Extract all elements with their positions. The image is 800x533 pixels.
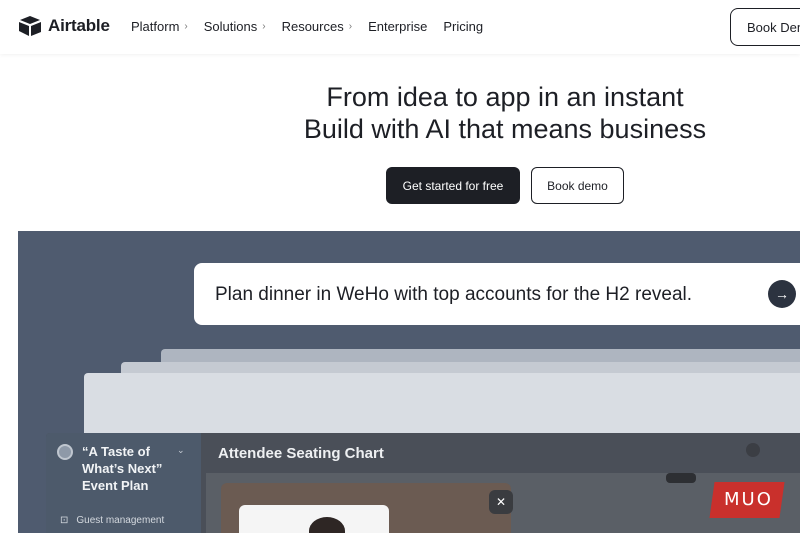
chevron-right-icon: › [262, 21, 266, 32]
chevron-right-icon: › [184, 21, 188, 32]
chevron-right-icon: › [348, 21, 353, 32]
ai-prompt-box[interactable]: Plan dinner in WeHo with top accounts fo… [194, 263, 800, 325]
sidebar-item-guest-management[interactable]: ⊡ Guest management [60, 515, 164, 526]
logo-text: Airtable [48, 16, 110, 35]
close-button[interactable]: ✕ [489, 490, 513, 514]
nav-resources[interactable]: Resources › [282, 19, 352, 34]
book-demo-nav-button[interactable]: Book Demo [730, 8, 800, 46]
ai-prompt-text: Plan dinner in WeHo with top accounts fo… [215, 284, 693, 305]
nav-enterprise[interactable]: Enterprise [368, 19, 427, 34]
nav-enterprise-label: Enterprise [368, 19, 428, 34]
arrow-right-icon: → [775, 286, 789, 302]
nav-pricing-label: Pricing [443, 19, 484, 34]
airtable-logo-icon [19, 16, 41, 36]
app-page-title: Attendee Seating Chart [218, 445, 384, 462]
table-shape [666, 473, 696, 483]
nav-solutions[interactable]: Solutions › [204, 19, 266, 34]
chevron-down-icon[interactable]: ⌄ [177, 445, 185, 456]
app-sidebar-title: “A Taste of What’s Next” Event Plan [82, 444, 163, 493]
watermark-text: MUO [724, 489, 773, 510]
close-icon: ✕ [495, 495, 507, 509]
product-demo-panel: Plan dinner in WeHo with top accounts fo… [18, 231, 800, 533]
nav-resources-label: Resources [281, 19, 344, 34]
top-nav: Airtable Platform › Solutions › Resource… [0, 0, 800, 54]
airtable-logo[interactable]: Airtable [18, 15, 110, 37]
hero-headline-line1: From idea to app in an instant [326, 82, 684, 112]
muo-watermark: MUO [709, 482, 792, 518]
nav-solutions-label: Solutions [203, 19, 258, 34]
get-started-button[interactable]: Get started for free [386, 167, 520, 204]
send-prompt-button[interactable]: → [768, 280, 796, 308]
avatar [746, 443, 760, 457]
hero-headline-line2: Build with AI that means business [303, 114, 707, 144]
nav-links: Platform › Solutions › Resources › Enter… [131, 19, 483, 34]
app-preview: “A Taste of What’s Next” Event Plan ⌄ ⊡ … [46, 433, 800, 533]
nav-pricing[interactable]: Pricing [443, 19, 483, 34]
app-sidebar: “A Taste of What’s Next” Event Plan ⌄ ⊡ … [46, 433, 201, 533]
nav-platform-label: Platform [131, 19, 180, 34]
attendee-photo [309, 517, 345, 533]
nav-platform[interactable]: Platform › [131, 19, 188, 34]
sidebar-item-label: Guest management [76, 515, 165, 526]
book-demo-button[interactable]: Book demo [531, 167, 624, 204]
app-icon [57, 444, 73, 460]
attendee-photo-card [221, 483, 511, 533]
guest-icon: ⊡ [60, 515, 69, 526]
photo-frame [239, 505, 389, 533]
